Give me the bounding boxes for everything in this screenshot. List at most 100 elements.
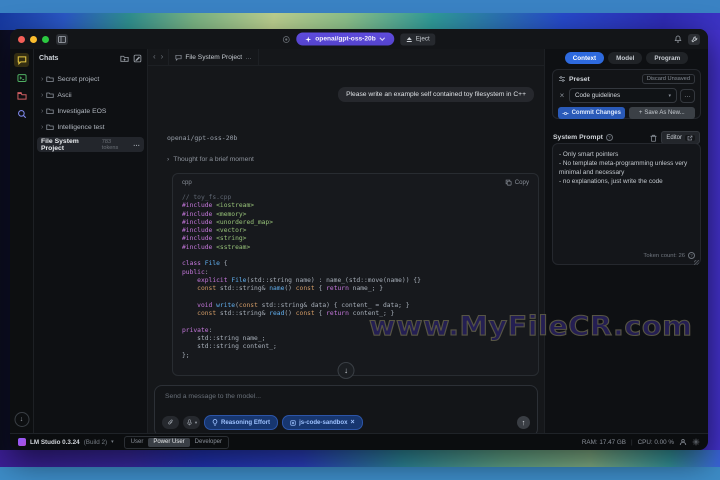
settings-tabs: Context Model Program [545, 52, 708, 64]
traffic-lights [18, 35, 49, 43]
chat-folder-investigate-eos[interactable]: Investigate EOS [37, 103, 144, 119]
nav-back-button[interactable] [153, 53, 156, 61]
token-count-label: Token count: 26 [643, 252, 685, 259]
eject-model-button[interactable]: Eject [400, 33, 436, 45]
commit-changes-button[interactable]: Commit Changes [558, 107, 625, 119]
preset-more-button[interactable] [680, 88, 695, 103]
download-icon [20, 416, 24, 423]
info-icon[interactable] [688, 252, 695, 259]
wallpaper-stripes [0, 13, 720, 30]
nav-rail [10, 49, 34, 433]
copy-code-button[interactable]: Copy [505, 179, 529, 186]
notifications-bell-button[interactable] [674, 35, 682, 43]
nav-discover-button[interactable] [14, 107, 29, 121]
commit-label: Commit Changes [571, 110, 621, 116]
tab-file-system-project[interactable]: File System Project [168, 49, 259, 65]
preset-selected-value: Code guidelines [575, 92, 621, 99]
mode-developer[interactable]: Developer [190, 438, 227, 447]
folder-small-icon [46, 107, 54, 115]
copy-icon [505, 179, 512, 186]
arrow-down-icon [344, 366, 348, 375]
wallpaper-footer-band [0, 467, 720, 480]
code-language-label: cpp [182, 179, 192, 186]
preset-header-row: Preset Discard Unsaved [558, 74, 695, 84]
tab-more-icon[interactable] [245, 54, 252, 61]
nav-chat-button[interactable] [14, 53, 29, 67]
gear-icon-button[interactable] [692, 438, 700, 446]
preset-select[interactable]: Code guidelines [569, 88, 677, 103]
send-message-button[interactable] [517, 416, 530, 429]
voice-input-button[interactable] [183, 416, 200, 429]
chat-folder-intelligence-test[interactable]: Intelligence test [37, 119, 144, 135]
chat-scroll-area[interactable]: Please write an example self contained t… [148, 66, 544, 433]
user-mode-switcher: User Power User Developer [123, 435, 230, 449]
zoom-window-button[interactable] [42, 35, 49, 43]
attach-file-button[interactable] [162, 416, 179, 429]
lm-studio-logo [18, 438, 26, 446]
trash-icon-button[interactable] [650, 134, 657, 142]
plus-icon [639, 110, 643, 116]
preset-actions-row: Commit Changes Save As New... [558, 107, 695, 119]
scroll-to-bottom-button[interactable] [337, 362, 355, 379]
reasoning-effort-pill[interactable]: Reasoning Effort [204, 415, 279, 430]
settings-wrench-button[interactable] [688, 33, 700, 45]
chat-folder-label: Secret project [57, 75, 100, 83]
chat-folder-label: Investigate EOS [57, 107, 107, 115]
mode-user[interactable]: User [126, 438, 149, 447]
ram-usage: RAM: 17.47 GB [581, 438, 626, 446]
resize-handle[interactable] [694, 260, 699, 265]
new-folder-button[interactable] [120, 54, 129, 63]
new-chat-button[interactable] [133, 54, 142, 63]
chat-list: Secret project Ascii Inv [34, 67, 147, 152]
sidebar-toggle-icon [58, 35, 66, 43]
loaded-model-pill[interactable]: openai/gpt-oss-20b [296, 32, 395, 46]
system-prompt-textarea[interactable]: - Only smart pointers - No template meta… [552, 143, 701, 265]
tab-label: File System Project [185, 53, 243, 61]
tab-model[interactable]: Model [608, 52, 643, 64]
clear-preset-button[interactable] [558, 91, 566, 100]
desktop-wallpaper: openai/gpt-oss-20b Eject ↓ Chats › Secre… [0, 0, 720, 480]
thought-label: Thought for a brief moment [173, 156, 254, 163]
chat-item-file-system-project[interactable]: File System Project 783 tokens [37, 137, 144, 152]
chat-main: File System Project Please write an exam… [148, 49, 544, 433]
expand-caret-icon [41, 108, 43, 115]
folder-small-icon [46, 91, 54, 99]
thought-disclosure[interactable]: Thought for a brief moment [167, 156, 254, 163]
nav-forward-button[interactable] [161, 53, 164, 61]
message-input[interactable]: Send a message to the model... [165, 393, 261, 400]
js-code-sandbox-pill[interactable]: js-code-sandbox [282, 415, 363, 430]
chat-more-icon[interactable] [133, 141, 140, 148]
chat-folder-secret-project[interactable]: Secret project [37, 71, 144, 87]
save-as-new-button[interactable]: Save As New... [628, 107, 695, 119]
user-account-button[interactable] [679, 438, 687, 446]
content-row: Chats Secret project [10, 49, 708, 433]
nav-developer-button[interactable] [14, 71, 29, 85]
lightbulb-icon [212, 419, 218, 426]
minimize-window-button[interactable] [30, 35, 37, 43]
arrow-up-icon [522, 418, 526, 427]
app-version[interactable]: LM Studio 0.3.24 [30, 439, 80, 446]
copy-label: Copy [514, 179, 529, 186]
tab-context[interactable]: Context [564, 52, 605, 64]
discard-unsaved-button[interactable]: Discard Unsaved [641, 74, 695, 84]
remove-sandbox-icon[interactable] [351, 419, 355, 426]
commit-icon [562, 110, 569, 117]
cpu-usage: CPU: 0.00 % [637, 438, 674, 446]
chevron-down-icon [195, 420, 197, 426]
editor-label: Editor [666, 134, 682, 141]
help-icon[interactable] [605, 134, 613, 141]
mode-power-user[interactable]: Power User [148, 437, 190, 447]
status-bar: LM Studio 0.3.24 (Build 2) User Power Us… [10, 433, 708, 450]
sparkle-icon [305, 36, 312, 42]
close-window-button[interactable] [18, 35, 25, 43]
chevron-down-icon [111, 439, 114, 445]
downloads-button[interactable] [14, 412, 29, 427]
toggle-sidebar-button[interactable] [56, 33, 68, 45]
preset-icon [558, 75, 566, 83]
reasoning-effort-label: Reasoning Effort [221, 419, 271, 426]
preset-select-row: Code guidelines [558, 88, 695, 103]
chat-folder-ascii[interactable]: Ascii [37, 87, 144, 103]
chats-title: Chats [39, 54, 59, 62]
tab-program[interactable]: Program [646, 52, 689, 64]
nav-my-models-button[interactable] [14, 89, 29, 103]
